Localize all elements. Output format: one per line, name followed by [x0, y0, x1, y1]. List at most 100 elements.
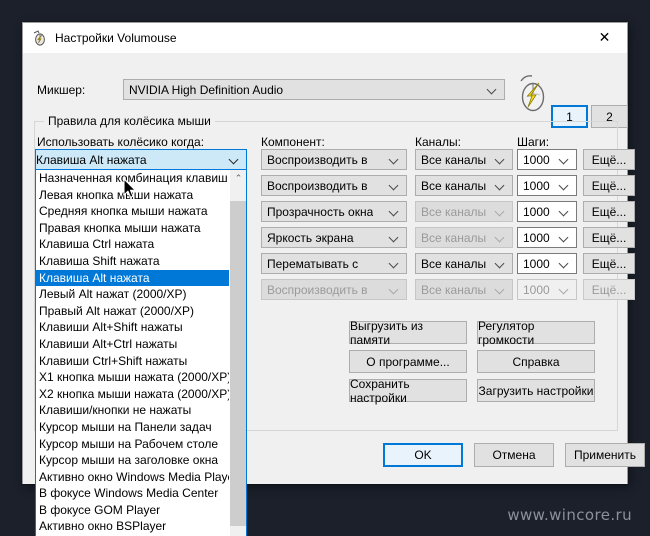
steps-value-6: 1000: [523, 282, 550, 297]
apply-button[interactable]: Применить: [565, 443, 645, 467]
component-combobox-4[interactable]: Яркость экрана: [261, 227, 407, 248]
header-trigger: Использовать колёсико когда:: [37, 135, 205, 149]
channels-value-1: Все каналы: [421, 152, 487, 167]
dropdown-item[interactable]: Средняя кнопка мыши нажата: [36, 203, 229, 220]
dropdown-items: Назначенная комбинация клавиш нажатаЛева…: [36, 170, 229, 536]
steps-combobox-5[interactable]: 1000: [517, 253, 577, 274]
dropdown-item[interactable]: X2 кнопка мыши нажата (2000/XP): [36, 386, 229, 403]
dropdown-item[interactable]: Активно окно Windows Media Player: [36, 469, 229, 486]
component-combobox-1[interactable]: Воспроизводить в: [261, 149, 407, 170]
dropdown-item[interactable]: В фокусе GOM Player: [36, 502, 229, 519]
chevron-down-icon: [496, 155, 505, 164]
chevron-down-icon: [560, 207, 569, 216]
steps-combobox-1[interactable]: 1000: [517, 149, 577, 170]
steps-combobox-2[interactable]: 1000: [517, 175, 577, 196]
component-value-6: Воспроизводить в: [267, 282, 368, 297]
volume-control-button[interactable]: Регулятор громкости: [477, 319, 595, 347]
chevron-down-icon: [230, 155, 239, 164]
about-button[interactable]: О программе...: [349, 350, 467, 373]
channels-combobox-5[interactable]: Все каналы: [415, 253, 513, 274]
dropdown-item[interactable]: Курсор мыши на Рабочем столе: [36, 436, 229, 453]
channels-combobox-2[interactable]: Все каналы: [415, 175, 513, 196]
channels-combobox-6: Все каналы: [415, 279, 513, 300]
chevron-down-icon: [390, 285, 399, 294]
trigger-dropdown-list[interactable]: Назначенная комбинация клавиш нажатаЛева…: [35, 169, 247, 536]
dropdown-item[interactable]: Правая кнопка мыши нажата: [36, 220, 229, 237]
trigger-combobox[interactable]: Клавиша Alt нажата: [35, 149, 247, 170]
chevron-down-icon: [496, 285, 505, 294]
scrollbar-thumb[interactable]: [230, 201, 246, 526]
chevron-down-icon: [496, 207, 505, 216]
more-button-6: Ещё...: [583, 279, 635, 300]
chevron-down-icon: [496, 181, 505, 190]
component-combobox-3[interactable]: Прозрачность окна: [261, 201, 407, 222]
component-value-5: Перематывать с: [267, 256, 359, 271]
more-button-3[interactable]: Ещё...: [583, 201, 635, 222]
channels-value-4: Все каналы: [421, 230, 487, 245]
mixer-combobox[interactable]: NVIDIA High Definition Audio: [123, 79, 505, 100]
chevron-down-icon: [390, 259, 399, 268]
dropdown-item[interactable]: Клавиши/кнопки не нажаты: [36, 402, 229, 419]
cancel-button[interactable]: Отмена: [474, 443, 554, 467]
wheel-rules-title: Правила для колёсика мыши: [44, 114, 215, 128]
help-button[interactable]: Справка: [477, 350, 595, 373]
component-value-1: Воспроизводить в: [267, 152, 368, 167]
dropdown-item[interactable]: Левый Alt нажат (2000/XP): [36, 286, 229, 303]
steps-value-3: 1000: [523, 204, 550, 219]
component-combobox-2[interactable]: Воспроизводить в: [261, 175, 407, 196]
unload-from-memory-button[interactable]: Выгрузить из памяти: [349, 319, 467, 347]
scroll-down-icon[interactable]: ⌄: [230, 529, 246, 536]
volumouse-settings-dialog: Настройки Volumouse ✕ Микшер: NVIDIA Hig…: [22, 22, 645, 536]
more-button-1[interactable]: Ещё...: [583, 149, 635, 170]
steps-combobox-4[interactable]: 1000: [517, 227, 577, 248]
component-value-4: Яркость экрана: [267, 230, 354, 245]
load-settings-button[interactable]: Загрузить настройки: [477, 379, 595, 402]
dropdown-item[interactable]: Курсор мыши на заголовке окна: [36, 452, 229, 469]
dropdown-item[interactable]: Клавиша Alt нажата: [36, 269, 229, 287]
more-button-4[interactable]: Ещё...: [583, 227, 635, 248]
steps-value-2: 1000: [523, 178, 550, 193]
header-steps: Шаги:: [517, 135, 550, 149]
chevron-down-icon: [496, 259, 505, 268]
save-settings-button[interactable]: Сохранить настройки: [349, 377, 467, 405]
dropdown-item[interactable]: Клавиши Alt+Ctrl нажаты: [36, 336, 229, 353]
dropdown-item[interactable]: Клавиши Ctrl+Shift нажаты: [36, 353, 229, 370]
scroll-up-icon[interactable]: ⌃: [230, 170, 246, 187]
close-icon[interactable]: ✕: [582, 23, 627, 53]
window-title: Настройки Volumouse: [55, 31, 177, 45]
title-bar[interactable]: Настройки Volumouse ✕: [23, 23, 627, 53]
steps-value-1: 1000: [523, 152, 550, 167]
steps-value-5: 1000: [523, 256, 550, 271]
dropdown-item[interactable]: Левая кнопка мыши нажата: [36, 187, 229, 204]
dropdown-item[interactable]: Курсор мыши на Панели задач: [36, 419, 229, 436]
dropdown-item[interactable]: Правый Alt нажат (2000/XP): [36, 303, 229, 320]
dropdown-scrollbar[interactable]: ⌃ ⌄: [229, 170, 246, 536]
dropdown-item[interactable]: Клавиши Alt+Shift нажаты: [36, 319, 229, 336]
steps-combobox-6: 1000: [517, 279, 577, 300]
component-combobox-5[interactable]: Перематывать с: [261, 253, 407, 274]
chevron-down-icon: [390, 181, 399, 190]
chevron-down-icon: [390, 207, 399, 216]
dropdown-item[interactable]: X1 кнопка мыши нажата (2000/XP): [36, 369, 229, 386]
channels-value-6: Все каналы: [421, 282, 487, 297]
channels-combobox-4: Все каналы: [415, 227, 513, 248]
dropdown-item[interactable]: Назначенная комбинация клавиш нажата: [36, 170, 229, 187]
dialog-client-area: Микшер: NVIDIA High Definition Audio 1 2…: [23, 53, 645, 536]
steps-combobox-3[interactable]: 1000: [517, 201, 577, 222]
mouse-wheel-icon[interactable]: [515, 73, 553, 113]
ok-button[interactable]: OK: [383, 443, 463, 467]
dropdown-item[interactable]: Клавиша Shift нажата: [36, 253, 229, 270]
dropdown-item[interactable]: Активно окно BSPlayer: [36, 518, 229, 535]
chevron-down-icon: [390, 233, 399, 242]
chevron-down-icon: [488, 85, 497, 94]
dropdown-item[interactable]: В фокусе Windows Media Center: [36, 485, 229, 502]
channels-value-2: Все каналы: [421, 178, 487, 193]
chevron-down-icon: [560, 259, 569, 268]
mixer-value: NVIDIA High Definition Audio: [129, 82, 284, 97]
watermark-text: www.wincore.ru: [507, 506, 632, 524]
dropdown-item[interactable]: Клавиша Ctrl нажата: [36, 236, 229, 253]
more-button-2[interactable]: Ещё...: [583, 175, 635, 196]
channels-value-5: Все каналы: [421, 256, 487, 271]
more-button-5[interactable]: Ещё...: [583, 253, 635, 274]
channels-combobox-1[interactable]: Все каналы: [415, 149, 513, 170]
